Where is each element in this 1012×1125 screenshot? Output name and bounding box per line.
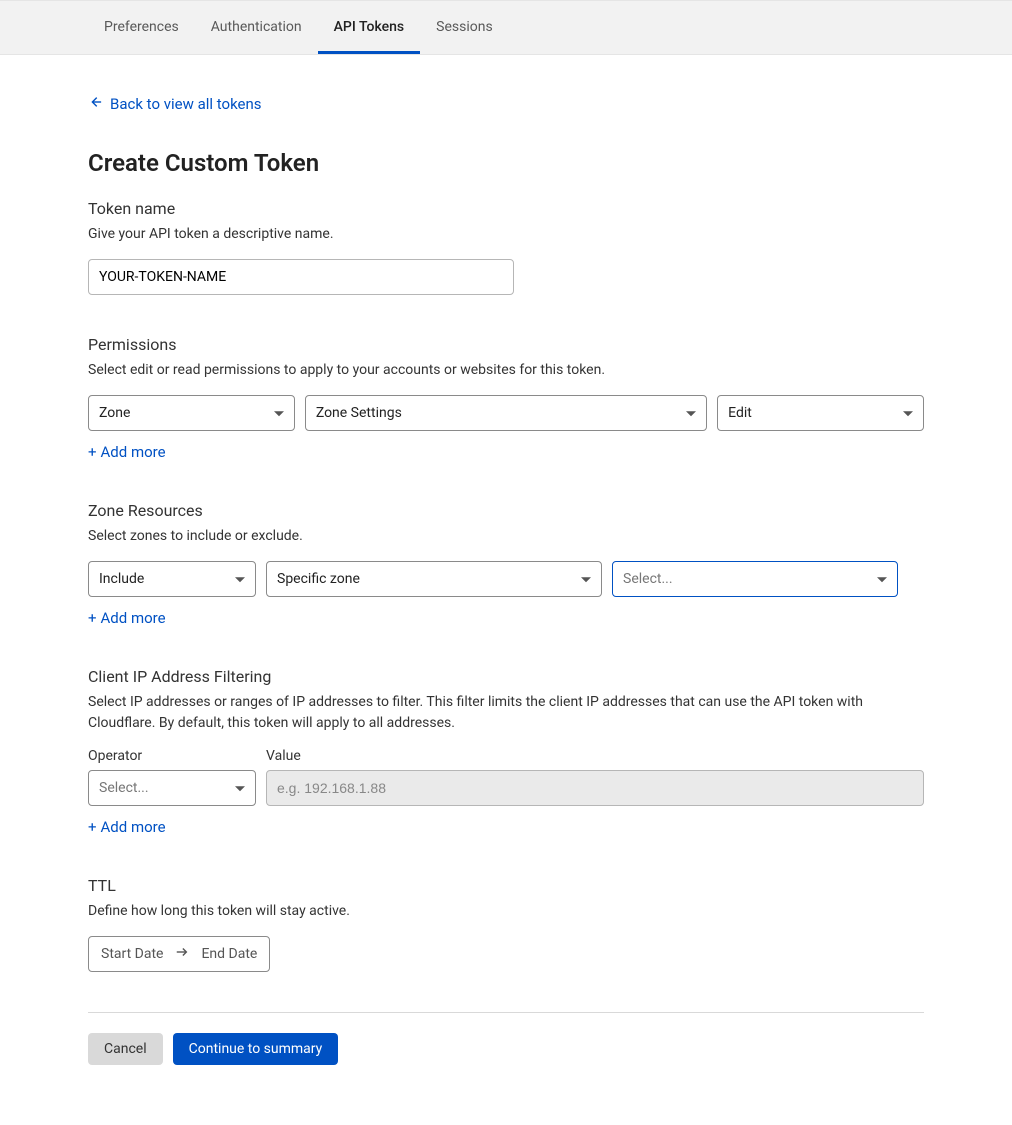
plus-icon: + xyxy=(88,609,97,627)
plus-icon: + xyxy=(88,818,97,836)
tab-sessions[interactable]: Sessions xyxy=(420,1,509,54)
section-token-name: Token name Give your API token a descrip… xyxy=(88,199,924,295)
add-more-text: Add more xyxy=(101,818,166,836)
ip-operator-header: Operator xyxy=(88,748,256,764)
permissions-scope-value: Zone xyxy=(99,405,130,421)
ip-add-more[interactable]: + Add more xyxy=(88,818,166,836)
permissions-resource-select[interactable]: Zone Settings xyxy=(305,395,707,431)
section-ttl: TTL Define how long this token will stay… xyxy=(88,876,924,972)
add-more-text: Add more xyxy=(101,609,166,627)
cancel-button[interactable]: Cancel xyxy=(88,1033,163,1065)
ttl-label: TTL xyxy=(88,876,924,895)
tab-bar: Preferences Authentication API Tokens Se… xyxy=(0,0,1012,55)
ttl-desc: Define how long this token will stay act… xyxy=(88,901,924,922)
plus-icon: + xyxy=(88,443,97,461)
zone-target-select[interactable]: Select... xyxy=(612,561,898,597)
zone-add-more[interactable]: + Add more xyxy=(88,609,166,627)
back-link-text: Back to view all tokens xyxy=(110,95,262,113)
add-more-text: Add more xyxy=(101,443,166,461)
zone-mode-select[interactable]: Include xyxy=(88,561,256,597)
zone-scope-value: Specific zone xyxy=(277,571,360,587)
zone-mode-value: Include xyxy=(99,571,144,587)
zone-resources-label: Zone Resources xyxy=(88,501,924,520)
tab-api-tokens[interactable]: API Tokens xyxy=(318,1,421,54)
token-name-desc: Give your API token a descriptive name. xyxy=(88,224,924,245)
button-row: Cancel Continue to summary xyxy=(88,1033,924,1065)
permissions-add-more[interactable]: + Add more xyxy=(88,443,166,461)
permissions-scope-select[interactable]: Zone xyxy=(88,395,295,431)
permissions-access-select[interactable]: Edit xyxy=(717,395,924,431)
permissions-label: Permissions xyxy=(88,335,924,354)
ip-filter-desc: Select IP addresses or ranges of IP addr… xyxy=(88,692,924,734)
zone-target-placeholder: Select... xyxy=(623,571,673,587)
ttl-date-range[interactable]: Start Date End Date xyxy=(88,936,270,972)
token-name-input[interactable] xyxy=(88,259,514,295)
permissions-desc: Select edit or read permissions to apply… xyxy=(88,360,924,381)
zone-resources-desc: Select zones to include or exclude. xyxy=(88,526,924,547)
page-title: Create Custom Token xyxy=(88,149,924,177)
ip-value-header: Value xyxy=(266,748,301,764)
section-ip-filter: Client IP Address Filtering Select IP ad… xyxy=(88,667,924,836)
ip-filter-label: Client IP Address Filtering xyxy=(88,667,924,686)
tab-preferences[interactable]: Preferences xyxy=(88,1,195,54)
ttl-end-label: End Date xyxy=(201,946,257,962)
zone-scope-select[interactable]: Specific zone xyxy=(266,561,602,597)
section-permissions: Permissions Select edit or read permissi… xyxy=(88,335,924,461)
arrow-right-icon xyxy=(175,945,189,963)
permissions-access-value: Edit xyxy=(728,405,752,421)
token-name-label: Token name xyxy=(88,199,924,218)
arrow-left-icon xyxy=(88,95,102,113)
divider xyxy=(88,1012,924,1013)
section-zone-resources: Zone Resources Select zones to include o… xyxy=(88,501,924,627)
back-to-tokens-link[interactable]: Back to view all tokens xyxy=(88,95,262,113)
permissions-resource-value: Zone Settings xyxy=(316,405,402,421)
ip-operator-placeholder: Select... xyxy=(99,780,149,796)
ip-operator-select[interactable]: Select... xyxy=(88,770,256,806)
tab-authentication[interactable]: Authentication xyxy=(195,1,318,54)
ttl-start-label: Start Date xyxy=(101,946,163,962)
continue-button[interactable]: Continue to summary xyxy=(173,1033,339,1065)
ip-value-input[interactable] xyxy=(266,770,924,806)
